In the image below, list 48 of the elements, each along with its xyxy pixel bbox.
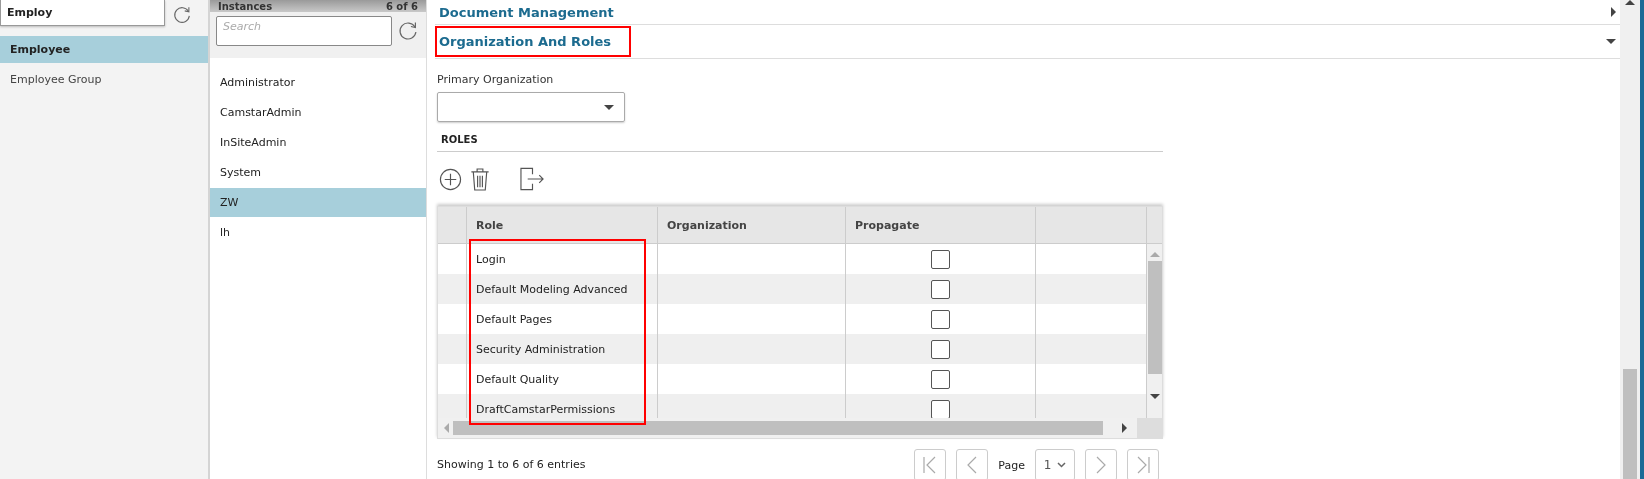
refresh-icon[interactable]: [171, 4, 193, 26]
page-select[interactable]: 1: [1035, 449, 1075, 479]
column-header[interactable]: Role: [467, 207, 658, 243]
scrollbar-thumb[interactable]: [453, 421, 1103, 435]
chevron-down-icon: [1057, 462, 1067, 468]
scroll-up-icon[interactable]: [1625, 0, 1635, 5]
field-label: Primary Organization: [437, 73, 555, 86]
instance-item[interactable]: CamstarAdmin: [210, 98, 426, 127]
section-header[interactable]: Document Management: [435, 0, 1620, 25]
instance-item[interactable]: lh: [210, 218, 426, 247]
instance-item[interactable]: ZW: [210, 188, 426, 217]
scroll-right-icon[interactable]: [1122, 423, 1127, 433]
section-header[interactable]: Organization And Roles: [435, 25, 1620, 59]
scrollbar-thumb[interactable]: [1623, 369, 1637, 479]
checkbox[interactable]: [931, 249, 950, 269]
instance-count: 6 of 6: [385, 2, 418, 12]
instance-item[interactable]: Administrator: [210, 68, 426, 97]
checkbox[interactable]: [931, 339, 950, 359]
entries-summary: Showing 1 to 6 of 6 entries: [437, 457, 586, 471]
roles-heading: ROLES: [437, 134, 1163, 152]
search-field[interactable]: Employ: [0, 0, 165, 26]
sidebar-item[interactable]: Employee: [0, 36, 208, 63]
scrollbar-thumb[interactable]: [1147, 261, 1162, 374]
section-title: Organization And Roles: [435, 26, 632, 57]
exit-icon[interactable]: [520, 167, 545, 191]
add-icon[interactable]: [439, 167, 462, 191]
instance-item[interactable]: InSiteAdmin: [210, 128, 426, 157]
trash-icon[interactable]: [470, 167, 490, 191]
collapse-caret-icon[interactable]: [1606, 39, 1616, 44]
checkbox[interactable]: [931, 279, 950, 299]
dropdown-caret-icon[interactable]: [604, 104, 614, 110]
last-page-icon: [1135, 456, 1151, 474]
scroll-down-icon[interactable]: [1149, 394, 1160, 399]
column-header[interactable]: Organization: [658, 207, 846, 243]
column-header[interactable]: Propagate: [846, 207, 1036, 243]
page-label: Page: [998, 458, 1025, 472]
scrollbar[interactable]: [1147, 244, 1162, 418]
checkbox[interactable]: [931, 309, 950, 329]
section-title: Document Management: [438, 3, 615, 22]
expand-caret-icon[interactable]: [1611, 7, 1616, 17]
panel-title: Instances: [218, 2, 273, 12]
instance-item[interactable]: System: [210, 158, 426, 187]
checkbox[interactable]: [931, 369, 950, 389]
horizontal-scrollbar[interactable]: [438, 418, 1162, 438]
search-field[interactable]: Search: [216, 16, 393, 46]
page-scrollbar[interactable]: [1620, 0, 1640, 479]
sidebar-item[interactable]: Employee Group: [0, 66, 208, 93]
checkbox[interactable]: [931, 399, 950, 418]
